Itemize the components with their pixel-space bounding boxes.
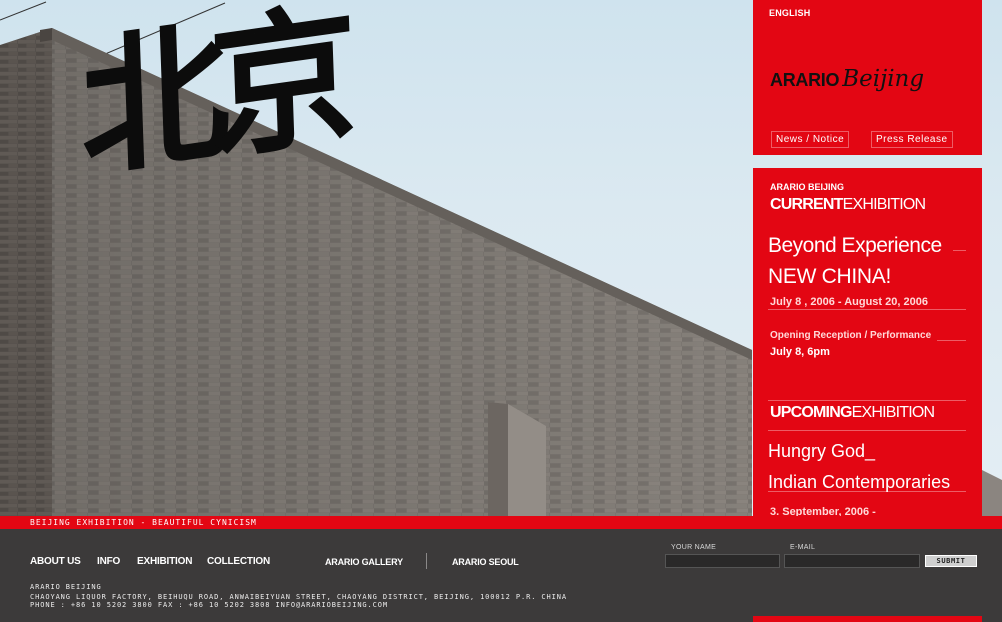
upcoming-exhibition-date: 3. September, 2006 - [770, 506, 876, 516]
current-heading-strong: CURRENT [770, 196, 843, 213]
nav-separator [426, 553, 427, 569]
logo-wordmark: ARARIO [770, 70, 840, 90]
exhibition-panel: ARARIO BEIJING CURRENTEXHIBITION Beyond … [753, 168, 982, 516]
your-name-input[interactable] [665, 554, 780, 568]
submit-button[interactable]: SUBMIT [925, 555, 977, 567]
calligraphy-text: 北京 [77, 0, 342, 200]
logo-script: Beijing [842, 66, 925, 92]
divider [768, 400, 966, 401]
nav-about-us[interactable]: ABOUT US [30, 556, 81, 567]
header-panel: ENGLISH ARARIO Beijing News / Notice Pre… [753, 0, 982, 155]
current-heading-light: EXHIBITION [842, 196, 926, 213]
current-exhibition-title-line1[interactable]: Beyond Experience [768, 234, 942, 258]
upcoming-exhibition-title-line2[interactable]: Indian Contemporaries [768, 472, 950, 493]
address-street: CHAOYANG LIQUOR FACTORY, BEIHUQU ROAD, A… [30, 593, 568, 601]
current-exhibition-title-line2[interactable]: NEW CHINA! [768, 265, 891, 289]
nav-info[interactable]: INFO [97, 556, 120, 567]
current-exhibition-heading: CURRENTEXHIBITION [770, 196, 926, 214]
divider [937, 340, 966, 341]
divider [953, 250, 966, 251]
language-link[interactable]: ENGLISH [769, 8, 810, 18]
tagline-bar: BEIJING EXHIBITION - BEAUTIFUL CYNICISM [0, 516, 1002, 529]
divider [768, 491, 966, 492]
divider [768, 430, 966, 431]
tagline-text: BEIJING EXHIBITION - BEAUTIFUL CYNICISM [30, 518, 257, 527]
exhibition-org-label: ARARIO BEIJING [770, 182, 845, 192]
upcoming-heading-strong: UPCOMING [770, 404, 852, 421]
calligraphy-beijing: 北京 [78, 0, 398, 356]
address-name: ARARIO BEIJING [30, 583, 102, 591]
opening-reception-label: Opening Reception / Performance [770, 330, 932, 341]
your-name-label: YOUR NAME [671, 544, 717, 551]
upcoming-exhibition-heading: UPCOMINGEXHIBITION [770, 404, 935, 422]
divider [768, 309, 966, 310]
footer-accent-bar [753, 616, 982, 622]
email-input[interactable] [784, 554, 920, 568]
opening-reception-date: July 8, 6pm [770, 346, 830, 358]
footer: BEIJING EXHIBITION - BEAUTIFUL CYNICISM … [0, 516, 1002, 622]
press-release-link[interactable]: Press Release [871, 131, 953, 148]
email-label: E-MAIL [790, 544, 816, 551]
upcoming-exhibition-title-line1[interactable]: Hungry God_ [768, 441, 875, 462]
upcoming-heading-light: EXHIBITION [851, 404, 935, 421]
current-exhibition-dates: July 8 , 2006 - August 20, 2006 [770, 296, 928, 308]
nav-arario-gallery[interactable]: ARARIO GALLERY [325, 557, 403, 567]
arario-beijing-logo[interactable]: ARARIO Beijing [770, 66, 924, 100]
nav-exhibition[interactable]: EXHIBITION [137, 556, 192, 567]
nav-arario-seoul[interactable]: ARARIO SEOUL [452, 557, 519, 567]
address-phone: PHONE : +86 10 5202 3800 FAX : +86 10 52… [30, 601, 389, 609]
nav-collection[interactable]: COLLECTION [207, 556, 270, 567]
news-notice-link[interactable]: News / Notice [771, 131, 850, 148]
